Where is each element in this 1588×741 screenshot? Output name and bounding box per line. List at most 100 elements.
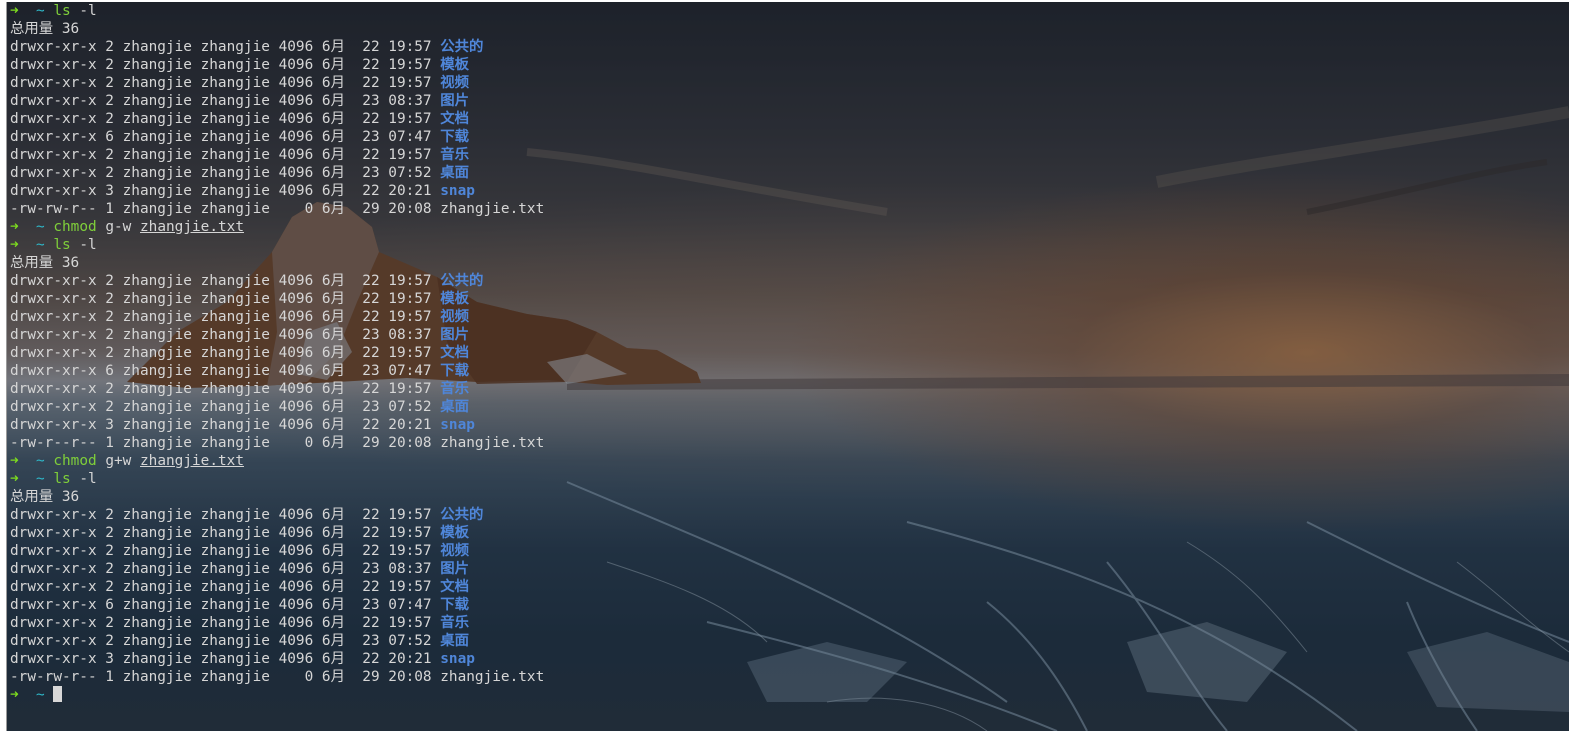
listing-entry: drwxr-xr-x 2 zhangjie zhangjie 4096 6月 2… [10,344,544,362]
listing-entry: drwxr-xr-x 2 zhangjie zhangjie 4096 6月 2… [10,92,544,110]
entry-meta: drwxr-xr-x 2 zhangjie zhangjie 4096 6月 2… [10,327,441,343]
prompt-directory: ~ [36,471,45,487]
directory-name[interactable]: 模板 [440,57,469,73]
listing-entry: drwxr-xr-x 3 zhangjie zhangjie 4096 6月 2… [10,650,544,668]
terminal-window: ➜ ~ ls -l 总用量 36 drwxr-xr-x 2 zhangjie zha… [0,0,1588,741]
directory-name[interactable]: 视频 [440,75,469,91]
directory-name[interactable]: 视频 [440,309,469,325]
listing-total-text: 总用量 36 [10,489,80,505]
listing-entry: drwxr-xr-x 2 zhangjie zhangjie 4096 6月 2… [10,326,544,344]
directory-name[interactable]: 公共的 [440,39,483,55]
command-args: -l [79,237,97,253]
entry-meta: drwxr-xr-x 2 zhangjie zhangjie 4096 6月 2… [10,579,441,595]
entry-meta: -rw-r--r-- 1 zhangjie zhangjie 0 6月 29 2… [10,435,441,451]
listing-entry: -rw-r--r-- 1 zhangjie zhangjie 0 6月 29 2… [10,434,544,452]
listing-total: 总用量 36 [10,488,544,506]
listing-entry: drwxr-xr-x 2 zhangjie zhangjie 4096 6月 2… [10,614,544,632]
entry-meta: drwxr-xr-x 2 zhangjie zhangjie 4096 6月 2… [10,57,441,73]
entry-meta: drwxr-xr-x 6 zhangjie zhangjie 4096 6月 2… [10,363,441,379]
directory-name[interactable]: 下载 [440,129,469,145]
listing-entry: drwxr-xr-x 6 zhangjie zhangjie 4096 6月 2… [10,596,544,614]
file-name[interactable]: zhangjie.txt [440,201,544,217]
command-line: ➜ ~ chmod g+w zhangjie.txt [10,452,544,470]
directory-name[interactable]: 图片 [440,327,469,343]
command-file-arg[interactable]: zhangjie.txt [140,219,244,235]
listing-entry: drwxr-xr-x 2 zhangjie zhangjie 4096 6月 2… [10,380,544,398]
listing-total: 总用量 36 [10,254,544,272]
terminal-area[interactable]: ➜ ~ ls -l 总用量 36 drwxr-xr-x 2 zhangjie zha… [6,2,1569,731]
listing-entry: drwxr-xr-x 2 zhangjie zhangjie 4096 6月 2… [10,74,544,92]
file-name[interactable]: zhangjie.txt [440,669,544,685]
listing-entry: drwxr-xr-x 2 zhangjie zhangjie 4096 6月 2… [10,290,544,308]
directory-name[interactable]: 音乐 [440,381,469,397]
listing-entry: drwxr-xr-x 2 zhangjie zhangjie 4096 6月 2… [10,506,544,524]
listing-total-text: 总用量 36 [10,21,80,37]
directory-name[interactable]: 公共的 [440,507,483,523]
directory-name[interactable]: 桌面 [440,399,469,415]
command-args: -l [79,3,97,19]
listing-entry: drwxr-xr-x 2 zhangjie zhangjie 4096 6月 2… [10,524,544,542]
command-line: ➜ ~ ls -l [10,2,544,20]
command-name: ls [53,471,71,487]
directory-name[interactable]: snap [440,417,475,433]
entry-meta: drwxr-xr-x 2 zhangjie zhangjie 4096 6月 2… [10,273,441,289]
directory-name[interactable]: 文档 [440,111,469,127]
listing-total-text: 总用量 36 [10,255,80,271]
command-name: ls [53,3,71,19]
entry-meta: drwxr-xr-x 6 zhangjie zhangjie 4096 6月 2… [10,129,441,145]
listing-entry: drwxr-xr-x 2 zhangjie zhangjie 4096 6月 2… [10,632,544,650]
listing-entry: drwxr-xr-x 3 zhangjie zhangjie 4096 6月 2… [10,182,544,200]
entry-meta: drwxr-xr-x 2 zhangjie zhangjie 4096 6月 2… [10,39,441,55]
block-cursor-icon[interactable] [53,686,63,702]
listing-entry: drwxr-xr-x 2 zhangjie zhangjie 4096 6月 2… [10,398,544,416]
entry-meta: drwxr-xr-x 2 zhangjie zhangjie 4096 6月 2… [10,633,441,649]
directory-name[interactable]: 视频 [440,543,469,559]
directory-name[interactable]: 模板 [440,525,469,541]
directory-name[interactable]: 下载 [440,597,469,613]
entry-meta: drwxr-xr-x 2 zhangjie zhangjie 4096 6月 2… [10,291,441,307]
command-name: ls [53,237,71,253]
directory-name[interactable]: 桌面 [440,165,469,181]
directory-name[interactable]: 模板 [440,291,469,307]
listing-entry: -rw-rw-r-- 1 zhangjie zhangjie 0 6月 29 2… [10,668,544,686]
entry-meta: drwxr-xr-x 2 zhangjie zhangjie 4096 6月 2… [10,507,441,523]
entry-meta: drwxr-xr-x 2 zhangjie zhangjie 4096 6月 2… [10,525,441,541]
command-args: g+w [105,453,132,469]
prompt-arrow-icon: ➜ [10,471,19,487]
directory-name[interactable]: 下载 [440,363,469,379]
directory-name[interactable]: 文档 [440,345,469,361]
listing-entry: drwxr-xr-x 2 zhangjie zhangjie 4096 6月 2… [10,146,544,164]
listing-total: 总用量 36 [10,20,544,38]
entry-meta: drwxr-xr-x 6 zhangjie zhangjie 4096 6月 2… [10,597,441,613]
directory-name[interactable]: 音乐 [440,147,469,163]
directory-name[interactable]: snap [440,183,475,199]
entry-meta: drwxr-xr-x 2 zhangjie zhangjie 4096 6月 2… [10,561,441,577]
prompt-arrow-icon: ➜ [10,3,19,19]
entry-meta: drwxr-xr-x 3 zhangjie zhangjie 4096 6月 2… [10,417,441,433]
directory-name[interactable]: 桌面 [440,633,469,649]
command-args: -l [79,471,97,487]
entry-meta: drwxr-xr-x 2 zhangjie zhangjie 4096 6月 2… [10,165,441,181]
entry-meta: drwxr-xr-x 2 zhangjie zhangjie 4096 6月 2… [10,543,441,559]
directory-name[interactable]: 音乐 [440,615,469,631]
prompt-arrow-icon: ➜ [10,687,19,703]
listing-entry: drwxr-xr-x 2 zhangjie zhangjie 4096 6月 2… [10,578,544,596]
directory-name[interactable]: 文档 [440,579,469,595]
file-name[interactable]: zhangjie.txt [440,435,544,451]
prompt-arrow-icon: ➜ [10,237,19,253]
prompt-arrow-icon: ➜ [10,219,19,235]
command-file-arg[interactable]: zhangjie.txt [140,453,244,469]
listing-entry: drwxr-xr-x 3 zhangjie zhangjie 4096 6月 2… [10,416,544,434]
entry-meta: drwxr-xr-x 2 zhangjie zhangjie 4096 6月 2… [10,615,441,631]
prompt-directory: ~ [36,237,45,253]
listing-entry: -rw-rw-r-- 1 zhangjie zhangjie 0 6月 29 2… [10,200,544,218]
prompt-directory: ~ [36,453,45,469]
directory-name[interactable]: snap [440,651,475,667]
command-args: g-w [105,219,132,235]
directory-name[interactable]: 图片 [440,93,469,109]
entry-meta: -rw-rw-r-- 1 zhangjie zhangjie 0 6月 29 2… [10,669,441,685]
directory-name[interactable]: 公共的 [440,273,483,289]
entry-meta: drwxr-xr-x 2 zhangjie zhangjie 4096 6月 2… [10,381,441,397]
directory-name[interactable]: 图片 [440,561,469,577]
entry-meta: -rw-rw-r-- 1 zhangjie zhangjie 0 6月 29 2… [10,201,441,217]
